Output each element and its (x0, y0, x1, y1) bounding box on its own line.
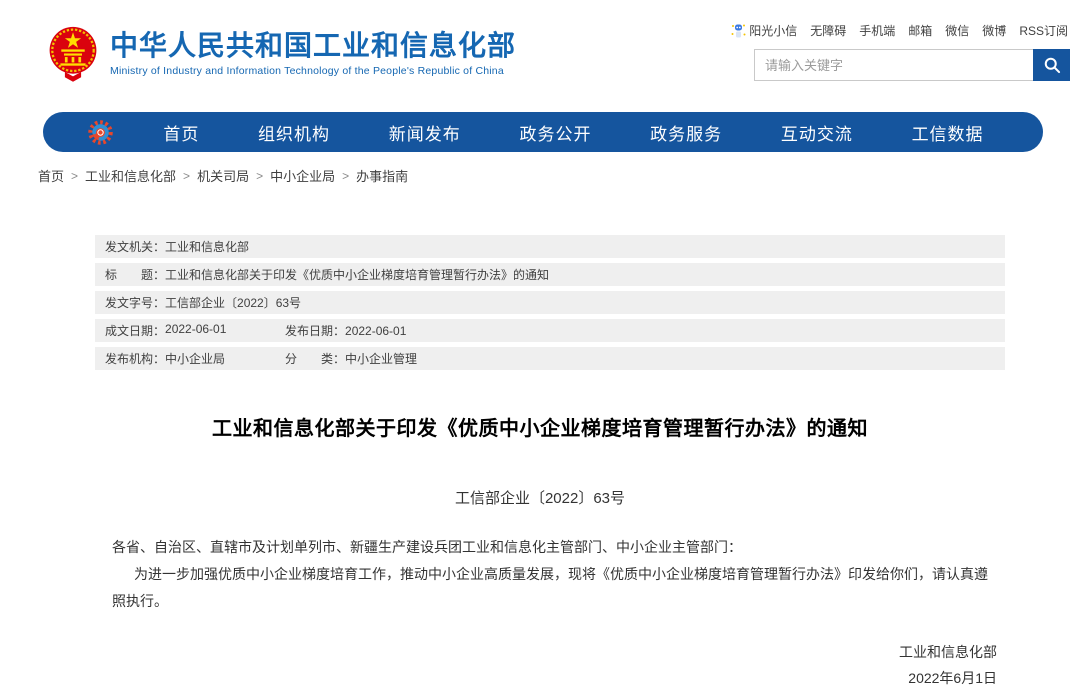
meta-label: 标 题： (105, 266, 165, 283)
meta-row-issuing-authority: 发文机关：工业和信息化部 (95, 235, 1005, 258)
search-box (754, 49, 1070, 81)
nav-item-miit-data[interactable]: 工信数据 (912, 120, 984, 145)
document-title: 工业和信息化部关于印发《优质中小企业梯度培育管理暂行办法》的通知 (40, 412, 1040, 441)
nav-item-interaction[interactable]: 互动交流 (781, 120, 853, 145)
site-brand: 中华人民共和国工业和信息化部 Ministry of Industry and … (46, 24, 516, 82)
meta-value: 中小企业局 (165, 350, 225, 367)
site-subtitle: Ministry of Industry and Information Tec… (110, 65, 516, 77)
document-number: 工信部企业〔2022〕63号 (0, 487, 1080, 508)
body-paragraph: 为进一步加强优质中小企业梯度培育工作，推动中小企业高质量发展，现将《优质中小企业… (112, 561, 1000, 615)
meta-value: 2022-06-01 (345, 324, 406, 338)
site-title: 中华人民共和国工业和信息化部 (110, 30, 516, 62)
breadcrumb-separator: > (342, 169, 349, 183)
breadcrumb-service-guide[interactable]: 办事指南 (356, 166, 408, 185)
meta-value: 工业和信息化部 (165, 238, 249, 255)
main-nav: 首页 组织机构 新闻发布 政务公开 政务服务 互动交流 工信数据 (43, 112, 1043, 152)
document-main: 发文机关：工业和信息化部 标 题：工业和信息化部关于印发《优质中小企业梯度培育管… (0, 235, 1080, 691)
breadcrumb-separator: > (256, 169, 263, 183)
meta-row-dates: 成文日期：2022-06-01 发布日期：2022-06-01 (95, 319, 1005, 342)
breadcrumb: 首页 > 工业和信息化部 > 机关司局 > 中小企业局 > 办事指南 (38, 166, 1080, 185)
signature-date: 2022年6月1日 (0, 665, 997, 691)
quick-link-wechat[interactable]: 微信 (945, 22, 969, 39)
quick-link-rss[interactable]: RSS订阅 (1019, 22, 1068, 39)
mascot-icon (731, 23, 746, 39)
breadcrumb-separator: > (71, 169, 78, 183)
meta-value: 工业和信息化部关于印发《优质中小企业梯度培育管理暂行办法》的通知 (165, 266, 549, 283)
salutation-paragraph: 各省、自治区、直辖市及计划单列市、新疆生产建设兵团工业和信息化主管部门、中小企业… (112, 534, 1000, 561)
search-icon (1042, 55, 1062, 75)
quick-link-mail[interactable]: 邮箱 (908, 22, 932, 39)
quick-link-sunshine-xiaoxin[interactable]: 阳光小信 (731, 22, 797, 39)
site-header: 中华人民共和国工业和信息化部 Ministry of Industry and … (0, 0, 1080, 112)
meta-row-publisher-category: 发布机构：中小企业局 分 类：中小企业管理 (95, 347, 1005, 370)
meta-label: 发布日期： (285, 322, 345, 339)
meta-label: 成文日期： (105, 322, 165, 339)
nav-item-gov-services[interactable]: 政务服务 (650, 120, 722, 145)
meta-value: 中小企业管理 (345, 350, 417, 367)
quick-links: 阳光小信 无障碍 手机端 邮箱 微信 微博 RSS订阅 (731, 22, 1068, 39)
quick-link-mobile[interactable]: 手机端 (859, 22, 895, 39)
breadcrumb-sme-bureau[interactable]: 中小企业局 (270, 166, 335, 185)
signature-block: 工业和信息化部 2022年6月1日 (0, 639, 1080, 691)
signature-org: 工业和信息化部 (0, 639, 997, 665)
breadcrumb-home[interactable]: 首页 (38, 166, 64, 185)
meta-value: 工信部企业〔2022〕63号 (165, 294, 301, 311)
quick-link-accessibility[interactable]: 无障碍 (810, 22, 846, 39)
meta-label: 发文机关： (105, 238, 165, 255)
meta-label: 发文字号： (105, 294, 165, 311)
breadcrumb-miit[interactable]: 工业和信息化部 (85, 166, 176, 185)
document-body: 各省、自治区、直辖市及计划单列市、新疆生产建设兵团工业和信息化主管部门、中小企业… (112, 534, 1000, 615)
search-button[interactable] (1033, 49, 1070, 81)
brand-text: 中华人民共和国工业和信息化部 Ministry of Industry and … (110, 30, 516, 77)
nav-items: 首页 组织机构 新闻发布 政务公开 政务服务 互动交流 工信数据 (114, 120, 1043, 145)
national-emblem-icon (46, 24, 100, 82)
quick-link-weibo[interactable]: 微博 (982, 22, 1006, 39)
nav-item-home[interactable]: 首页 (163, 120, 199, 145)
meta-label: 分 类： (285, 350, 345, 367)
nav-item-gov-disclosure[interactable]: 政务公开 (519, 120, 591, 145)
miit-logo-icon (87, 119, 114, 146)
breadcrumb-departments[interactable]: 机关司局 (197, 166, 249, 185)
nav-item-news[interactable]: 新闻发布 (389, 120, 461, 145)
meta-label: 发布机构： (105, 350, 165, 367)
search-input[interactable] (755, 50, 1033, 80)
meta-value: 2022-06-01 (165, 322, 226, 339)
meta-row-doc-number: 发文字号：工信部企业〔2022〕63号 (95, 291, 1005, 314)
breadcrumb-separator: > (183, 169, 190, 183)
meta-row-title: 标 题：工业和信息化部关于印发《优质中小企业梯度培育管理暂行办法》的通知 (95, 263, 1005, 286)
doc-meta-table: 发文机关：工业和信息化部 标 题：工业和信息化部关于印发《优质中小企业梯度培育管… (95, 235, 1005, 370)
nav-item-organization[interactable]: 组织机构 (258, 120, 330, 145)
quick-link-label: 阳光小信 (749, 22, 797, 39)
